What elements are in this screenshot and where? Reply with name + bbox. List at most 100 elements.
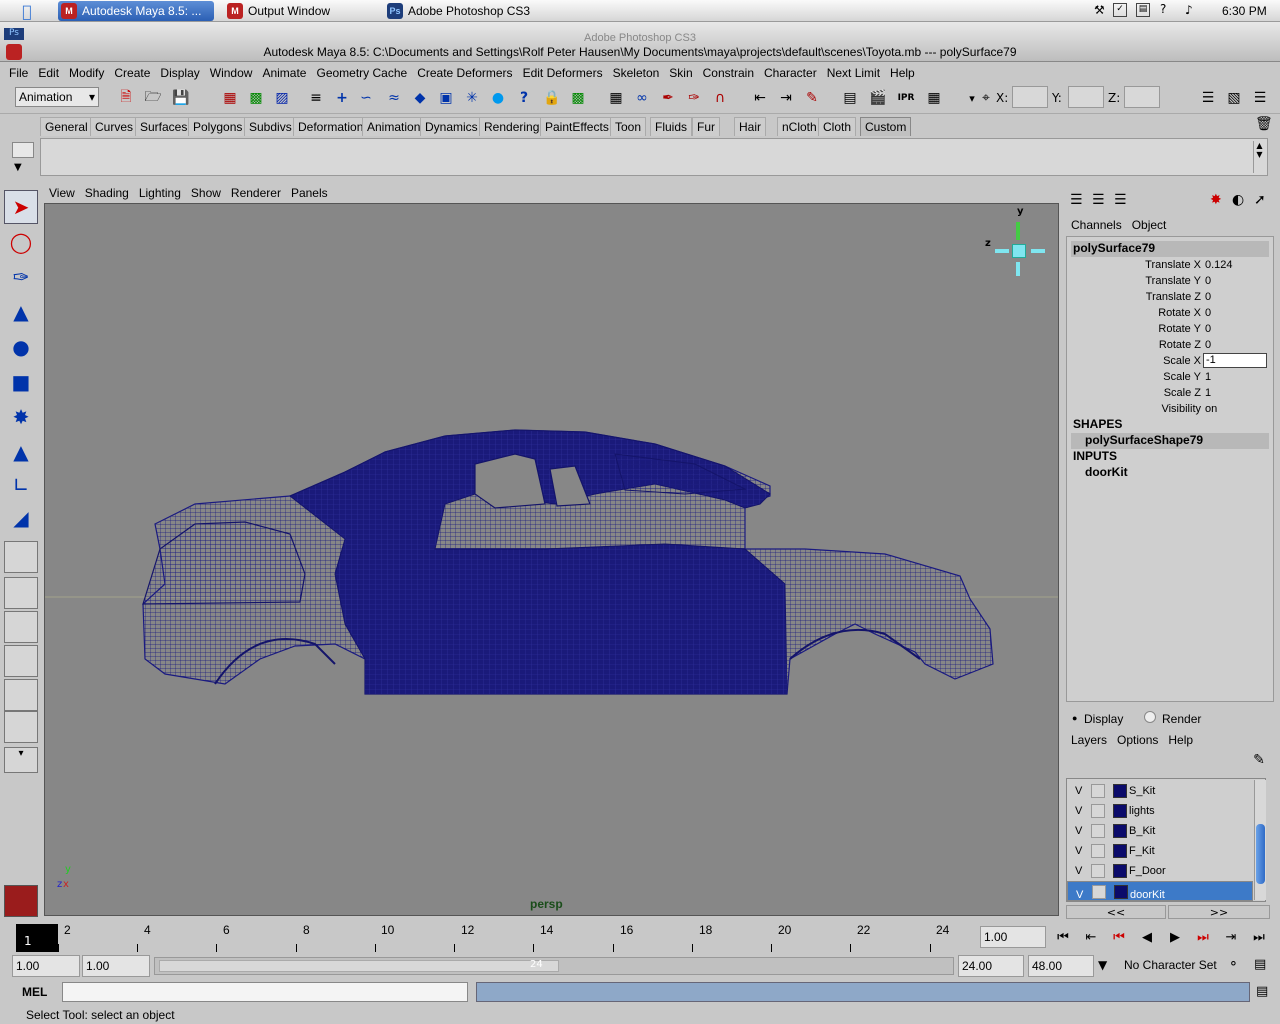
- render-radio-label[interactable]: Render: [1162, 712, 1201, 726]
- filter-icon[interactable]: ≡: [306, 88, 326, 108]
- viewport-menu-lighting[interactable]: Lighting: [139, 186, 181, 200]
- layout-hypershade-icon[interactable]: [4, 679, 38, 711]
- channel-box-menu-object[interactable]: Object: [1132, 218, 1167, 232]
- open-scene-icon[interactable]: 🗁: [143, 88, 163, 108]
- viewport-menu-view[interactable]: View: [49, 186, 75, 200]
- current-frame-marker[interactable]: 1: [16, 924, 58, 952]
- lasso-tool-icon[interactable]: ◯: [4, 225, 38, 259]
- go-to-start-icon[interactable]: ⏮: [1052, 928, 1074, 946]
- channel-rotate-x[interactable]: Rotate X 0: [1067, 305, 1273, 321]
- sphere-shading-icon[interactable]: ◐: [1232, 192, 1244, 208]
- layer-template-toggle[interactable]: [1091, 784, 1105, 798]
- output-connection-icon[interactable]: ⇥: [776, 88, 796, 108]
- shelf-tab-fur[interactable]: Fur: [692, 117, 720, 136]
- scroll-left-button[interactable]: <<: [1066, 905, 1166, 919]
- shelf-tab-painteffects[interactable]: PaintEffects: [540, 117, 614, 136]
- soft-modification-icon[interactable]: ▲: [4, 435, 38, 469]
- render-current-icon[interactable]: 🎬: [868, 88, 888, 108]
- link-icon[interactable]: ∞: [632, 88, 652, 108]
- channel-box-layout-icon[interactable]: ☰: [1070, 192, 1083, 208]
- magnet-icon[interactable]: ∩: [710, 88, 730, 108]
- select-component-icon[interactable]: ▨: [272, 88, 292, 108]
- time-slider[interactable]: 1 2 4 6 8 10 12 14 16 18 20 22 24: [14, 922, 978, 952]
- shelf-arrow-icon[interactable]: ▼: [14, 162, 22, 173]
- layer-row-f-door[interactable]: V F_Door: [1067, 861, 1253, 881]
- menu-create[interactable]: Create: [114, 66, 150, 80]
- shelf-tab-cloth[interactable]: Cloth: [818, 117, 857, 136]
- scroll-right-button[interactable]: >>: [1168, 905, 1270, 919]
- layer-template-toggle[interactable]: [1091, 804, 1105, 818]
- layer-name[interactable]: lights: [1129, 805, 1155, 817]
- menu-help[interactable]: Help: [890, 66, 915, 80]
- shelf-tab-animation[interactable]: Animation: [362, 117, 426, 136]
- manipulator-icon[interactable]: ✸: [1210, 192, 1222, 208]
- wrench-icon[interactable]: ⚒: [1094, 3, 1108, 17]
- layer-visibility-toggle[interactable]: V: [1075, 845, 1082, 857]
- layer-visibility-toggle[interactable]: V: [1075, 785, 1082, 797]
- display-radio-label[interactable]: Display: [1084, 712, 1123, 726]
- layer-visibility-toggle[interactable]: V: [1075, 865, 1082, 877]
- viewport-menu-renderer[interactable]: Renderer: [231, 186, 281, 200]
- channel-value[interactable]: 1: [1205, 387, 1211, 399]
- taskbar-tab-photoshop[interactable]: Ps Adobe Photoshop CS3: [384, 1, 544, 21]
- layer-color-swatch[interactable]: [1114, 885, 1128, 899]
- layer-template-toggle[interactable]: [1091, 824, 1105, 838]
- layer-visibility-toggle[interactable]: V: [1075, 825, 1082, 837]
- layer-template-toggle[interactable]: [1091, 844, 1105, 858]
- display-radio-icon[interactable]: ●: [1072, 713, 1077, 723]
- menu-create-deformers[interactable]: Create Deformers: [417, 66, 512, 80]
- layout-four-pane-icon[interactable]: [4, 577, 38, 609]
- shelf-tab-surfaces[interactable]: Surfaces: [135, 117, 193, 136]
- channel-value[interactable]: 1: [1205, 371, 1211, 383]
- grid-icon[interactable]: ▦: [606, 88, 626, 108]
- checkbox-icon[interactable]: ✓: [1113, 3, 1127, 17]
- shelf-tab-dynamics[interactable]: Dynamics: [420, 117, 483, 136]
- select-tool-icon[interactable]: ➤: [4, 190, 38, 224]
- layer-template-toggle[interactable]: [1092, 885, 1106, 899]
- construction-history-icon[interactable]: ✎: [802, 88, 822, 108]
- menu-skin[interactable]: Skin: [669, 66, 692, 80]
- channel-value[interactable]: 0.124: [1205, 259, 1233, 271]
- shelf-tab-hair[interactable]: Hair: [734, 117, 767, 136]
- channel-scale-z[interactable]: Scale Z 1: [1067, 385, 1273, 401]
- menu-edit[interactable]: Edit: [38, 66, 59, 80]
- channel-scale-x[interactable]: Scale X -1: [1067, 353, 1273, 369]
- channel-rotate-y[interactable]: Rotate Y 0: [1067, 321, 1273, 337]
- shelf-tab-fluids[interactable]: Fluids: [650, 117, 693, 136]
- menu-edit-deformers[interactable]: Edit Deformers: [523, 66, 603, 80]
- character-set-dropdown-icon[interactable]: ▼: [1098, 958, 1107, 972]
- layer-row-s-kit[interactable]: V S_Kit: [1067, 781, 1253, 801]
- channel-box-menu-channels[interactable]: Channels: [1071, 218, 1122, 232]
- menu-character[interactable]: Character: [764, 66, 817, 80]
- layer-name[interactable]: doorKit: [1130, 886, 1165, 901]
- tool-settings-icon[interactable]: ▧: [1224, 88, 1244, 108]
- save-scene-icon[interactable]: 💾: [171, 88, 191, 108]
- shelf-tab-rendering[interactable]: Rendering: [479, 117, 545, 136]
- layer-color-swatch[interactable]: [1113, 844, 1127, 858]
- snap-grid-icon[interactable]: +: [332, 88, 352, 108]
- playback-end-field[interactable]: 24.00: [958, 955, 1024, 977]
- layer-row-doorkit[interactable]: VdoorKit: [1067, 881, 1253, 901]
- layout-single-pane-icon[interactable]: [4, 541, 38, 573]
- universal-manipulator-icon[interactable]: ✸: [4, 400, 38, 434]
- layer-color-swatch[interactable]: [1113, 824, 1127, 838]
- show-manipulator-icon[interactable]: ∟: [4, 468, 38, 502]
- menu-file[interactable]: File: [9, 66, 28, 80]
- shape-node[interactable]: polySurfaceShape79: [1071, 433, 1269, 449]
- channel-value[interactable]: 0: [1205, 339, 1211, 351]
- input-node[interactable]: doorKit: [1071, 465, 1269, 481]
- start-time-field[interactable]: 1.00: [12, 955, 80, 977]
- view-axis-y-arrow[interactable]: [1016, 222, 1020, 240]
- x-input[interactable]: [1012, 86, 1048, 108]
- select-object-icon[interactable]: ▩: [246, 88, 266, 108]
- layer-name[interactable]: F_Kit: [1129, 845, 1155, 857]
- channel-value[interactable]: 0: [1205, 275, 1211, 287]
- layer-template-toggle[interactable]: [1091, 864, 1105, 878]
- input-connection-icon[interactable]: ⇤: [750, 88, 770, 108]
- step-forward-frame-icon[interactable]: ⇥: [1220, 928, 1242, 946]
- last-tool-icon[interactable]: ◢: [4, 501, 38, 535]
- viewport-menu-shading[interactable]: Shading: [85, 186, 129, 200]
- menu-geometry-cache[interactable]: Geometry Cache: [316, 66, 407, 80]
- shelf-tab-curves[interactable]: Curves: [90, 117, 139, 136]
- render-view-icon[interactable]: ▤: [840, 88, 860, 108]
